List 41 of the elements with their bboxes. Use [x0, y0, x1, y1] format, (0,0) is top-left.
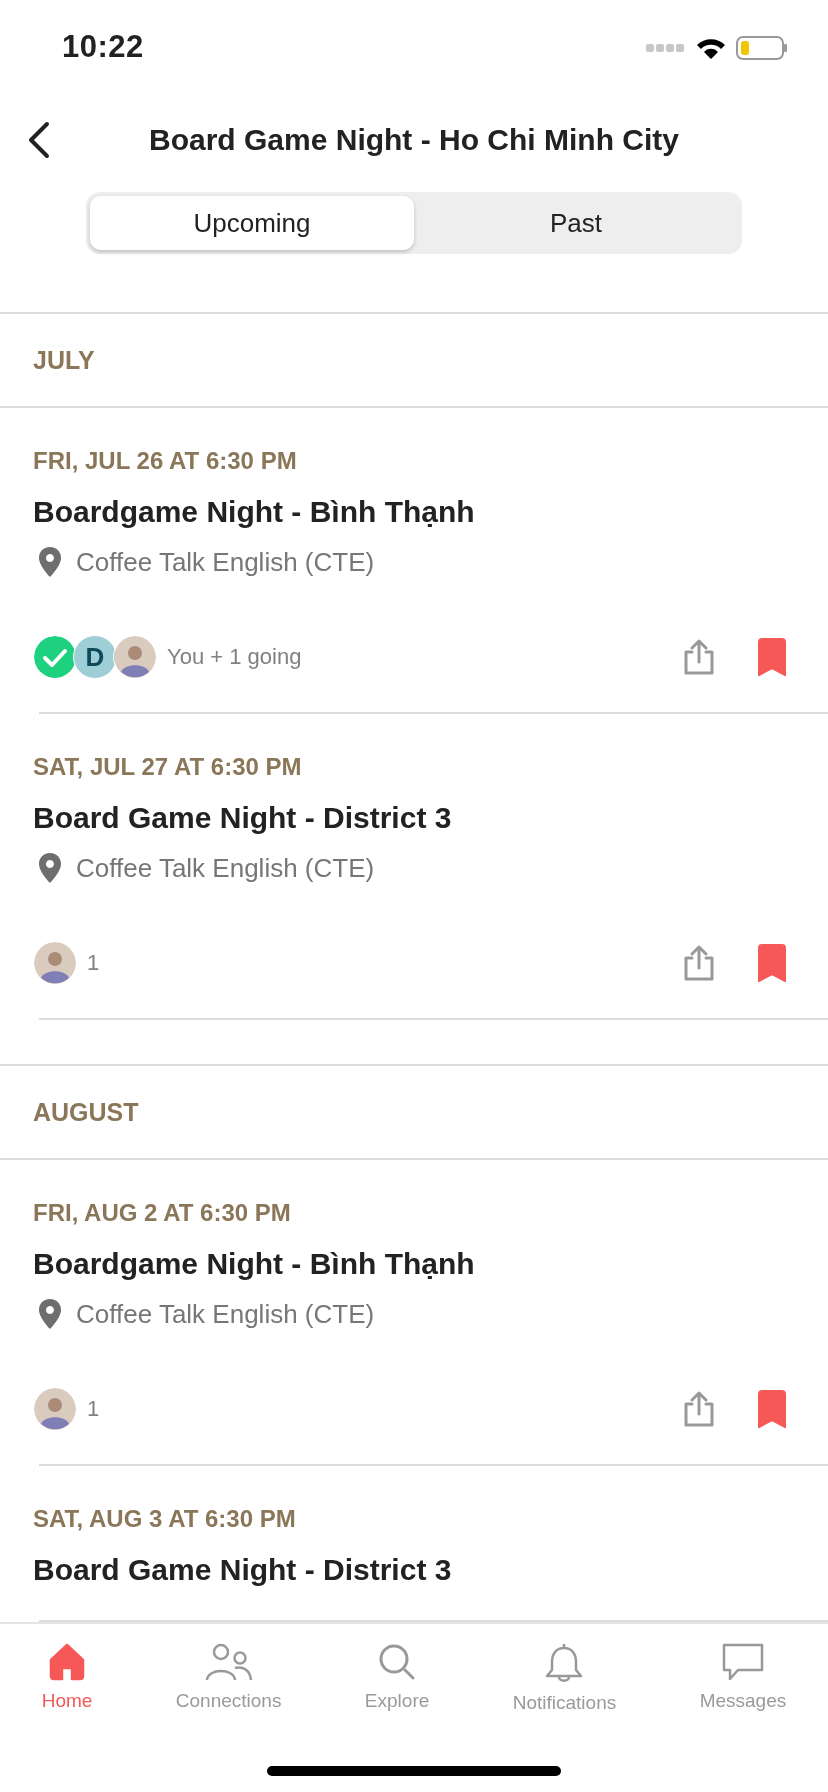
- back-icon[interactable]: [27, 121, 51, 159]
- month-heading: AUGUST: [33, 1097, 139, 1127]
- location-pin-icon: [38, 1298, 62, 1330]
- event-title[interactable]: Boardgame Night - Bình Thạnh: [33, 492, 828, 532]
- wifi-icon: [696, 37, 726, 59]
- share-icon[interactable]: [682, 1390, 716, 1428]
- bookmark-icon[interactable]: [756, 1390, 788, 1428]
- venue-name: Coffee Talk English (CTE): [76, 1298, 375, 1331]
- bookmark-icon[interactable]: [756, 944, 788, 982]
- signal-icon: [646, 43, 686, 53]
- person-avatar-icon: [33, 1387, 77, 1431]
- venue-name: Coffee Talk English (CTE): [76, 852, 375, 885]
- segment-tab[interactable]: Upcoming: [90, 196, 414, 250]
- month-heading: JULY: [33, 345, 95, 375]
- bell-icon: [544, 1642, 585, 1684]
- share-icon[interactable]: [682, 944, 716, 982]
- check-avatar-icon: [33, 635, 77, 679]
- event-title[interactable]: Boardgame Night - Bình Thạnh: [33, 1244, 828, 1284]
- attendee-count: You + 1 going: [167, 644, 302, 670]
- attendee-count: 1: [87, 1396, 100, 1422]
- event-date: FRI, AUG 2 AT 6:30 PM: [33, 1198, 292, 1228]
- event-title[interactable]: Board Game Night - District 3: [33, 798, 828, 838]
- status-time: 10:22: [62, 29, 144, 65]
- venue-name: Coffee Talk English (CTE): [76, 546, 375, 579]
- person-avatar-icon: [113, 635, 157, 679]
- chat-icon: [721, 1642, 764, 1682]
- segment-tab[interactable]: Past: [414, 196, 738, 250]
- location-pin-icon: [38, 546, 62, 578]
- location-pin-icon: [38, 852, 62, 884]
- share-icon[interactable]: [682, 638, 716, 676]
- initial-avatar: D: [73, 635, 117, 679]
- battery-icon: [736, 35, 788, 61]
- attendee-count: 1: [87, 950, 100, 976]
- event-date: SAT, JUL 27 AT 6:30 PM: [33, 752, 303, 782]
- bookmark-icon[interactable]: [756, 638, 788, 676]
- event-date: FRI, JUL 26 AT 6:30 PM: [33, 446, 298, 476]
- event-title[interactable]: Board Game Night - District 3: [33, 1550, 828, 1590]
- people-icon: [204, 1642, 253, 1682]
- event-date: SAT, AUG 3 AT 6:30 PM: [33, 1504, 297, 1534]
- page-title: Board Game Night - Ho Chi Minh City: [149, 123, 679, 157]
- person-avatar-icon: [33, 941, 77, 985]
